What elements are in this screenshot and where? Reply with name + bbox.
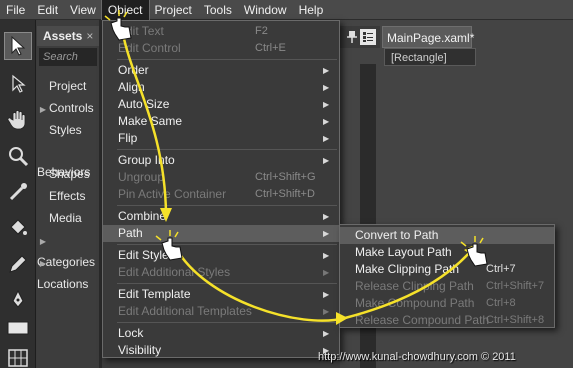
expand-icon[interactable]: ▶ [37, 100, 49, 120]
asset-item-project[interactable]: Project [37, 76, 99, 96]
list-view-icon[interactable] [360, 29, 376, 45]
submenu-arrow-icon: ▶ [323, 212, 330, 221]
menu-bar: File Edit View Object Project Tools Wind… [0, 0, 573, 21]
menu-help[interactable]: Help [293, 0, 330, 20]
submenu-arrow-icon: ▶ [323, 117, 330, 126]
asset-item-behaviors[interactable]: Behaviors [37, 142, 99, 179]
document-toolbar [340, 26, 380, 48]
menu-object[interactable]: Object [100, 0, 150, 21]
menu-separator [117, 244, 337, 245]
menu-view[interactable]: View [64, 0, 102, 20]
assets-tab-label: Assets [43, 29, 83, 43]
menu-item-align[interactable]: Align ▶ [103, 79, 339, 96]
menu-item-convert-to-path[interactable]: Convert to Path [340, 227, 554, 244]
menu-item-make-layout-path[interactable]: Make Layout Path [340, 244, 554, 261]
assets-panel: Assets × Search Project ▶ Controls Styles … [37, 20, 99, 368]
menu-project[interactable]: Project [149, 0, 198, 20]
menu-item-pin-active-container[interactable]: Pin Active Container Ctrl+Shift+D [103, 186, 339, 203]
menu-item-edit-additional-templates[interactable]: Edit Additional Templates ▶ [103, 303, 339, 320]
menu-item-ungroup[interactable]: Ungroup Ctrl+Shift+G [103, 169, 339, 186]
assets-tab[interactable]: Assets × [37, 26, 99, 46]
menu-separator [117, 149, 337, 150]
pen-icon[interactable] [4, 286, 32, 314]
close-icon[interactable]: × [86, 29, 93, 43]
tab-mainpage[interactable]: MainPage.xaml* × [382, 26, 474, 67]
menu-item-visibility[interactable]: Visibility ▶ [103, 342, 339, 359]
selection-arrow-icon[interactable] [4, 32, 32, 60]
submenu-arrow-icon: ▶ [323, 156, 330, 165]
submenu-arrow-icon: ▶ [323, 134, 330, 143]
menu-item-edit-control[interactable]: Edit Control Ctrl+E [103, 40, 339, 57]
zoom-magnifier-icon[interactable] [4, 142, 32, 170]
asset-item-shapes[interactable]: Shapes [37, 164, 99, 184]
asset-item-categories[interactable]: ▶Categories [37, 230, 99, 269]
menu-item-make-compound-path[interactable]: Make Compound Path Ctrl+8 [340, 295, 554, 312]
pan-hand-icon[interactable] [4, 106, 32, 134]
menu-item-edit-text[interactable]: Edit Text F2 [103, 23, 339, 40]
grid-icon[interactable] [4, 344, 32, 368]
asset-item-locations[interactable]: ▶Locations [37, 252, 99, 291]
menu-item-release-clipping-path[interactable]: Release Clipping Path Ctrl+Shift+7 [340, 278, 554, 295]
menu-item-order[interactable]: Order ▶ [103, 62, 339, 79]
object-menu: Edit Text F2 Edit Control Ctrl+E Order ▶ Al… [102, 20, 340, 358]
submenu-arrow-icon: ▶ [323, 290, 330, 299]
menu-item-release-compound-path[interactable]: Release Compound Path Ctrl+Shift+8 [340, 312, 554, 329]
submenu-arrow-icon: ▶ [323, 251, 330, 260]
expand-icon[interactable]: ▶ [37, 232, 49, 252]
menu-item-flip[interactable]: Flip ▶ [103, 130, 339, 147]
asset-item-media[interactable]: Media [37, 208, 99, 228]
menu-item-edit-additional-styles[interactable]: Edit Additional Styles ▶ [103, 264, 339, 281]
menu-item-edit-style[interactable]: Edit Style ▶ [103, 247, 339, 264]
pin-icon[interactable] [346, 30, 358, 47]
submenu-arrow-icon: ▶ [323, 268, 330, 277]
submenu-arrow-icon: ▶ [323, 100, 330, 109]
credit-watermark: http://www.kunal-chowdhury.com © 2011 [318, 351, 516, 363]
menu-tools[interactable]: Tools [198, 0, 238, 20]
eyedropper-icon[interactable] [4, 178, 32, 206]
pencil-icon[interactable] [4, 250, 32, 278]
rectangle-icon[interactable] [4, 314, 32, 342]
direct-selection-icon[interactable] [4, 70, 32, 98]
menu-item-combine[interactable]: Combine ▶ [103, 208, 339, 225]
menu-item-group-into[interactable]: Group Into ▶ [103, 152, 339, 169]
menu-edit[interactable]: Edit [31, 0, 64, 20]
submenu-arrow-icon: ▶ [323, 229, 330, 238]
menu-separator [117, 205, 337, 206]
path-submenu: Convert to Path Make Layout Path Make Cl… [339, 224, 555, 328]
menu-item-path[interactable]: Path ▶ [103, 225, 339, 242]
submenu-arrow-icon: ▶ [323, 83, 330, 92]
menu-window[interactable]: Window [238, 0, 293, 20]
toolbox [0, 20, 36, 368]
menu-separator [117, 59, 337, 60]
menu-file[interactable]: File [0, 0, 31, 20]
asset-item-controls[interactable]: ▶ Controls [37, 98, 99, 118]
asset-item-styles[interactable]: Styles [37, 120, 99, 140]
menu-item-edit-template[interactable]: Edit Template ▶ [103, 286, 339, 303]
submenu-arrow-icon: ▶ [323, 307, 330, 316]
submenu-arrow-icon: ▶ [323, 329, 330, 338]
breadcrumb[interactable]: [Rectangle] [384, 48, 476, 66]
assets-search-input[interactable]: Search [39, 48, 97, 66]
submenu-arrow-icon: ▶ [323, 66, 330, 75]
paint-bucket-icon[interactable] [4, 214, 32, 242]
menu-item-lock[interactable]: Lock ▶ [103, 325, 339, 342]
expand-icon[interactable]: ▶ [37, 254, 49, 274]
menu-item-make-same[interactable]: Make Same ▶ [103, 113, 339, 130]
asset-item-effects[interactable]: Effects [37, 186, 99, 206]
menu-separator [117, 322, 337, 323]
menu-separator [117, 283, 337, 284]
menu-item-auto-size[interactable]: Auto Size ▶ [103, 96, 339, 113]
menu-item-make-clipping-path[interactable]: Make Clipping Path Ctrl+7 [340, 261, 554, 278]
